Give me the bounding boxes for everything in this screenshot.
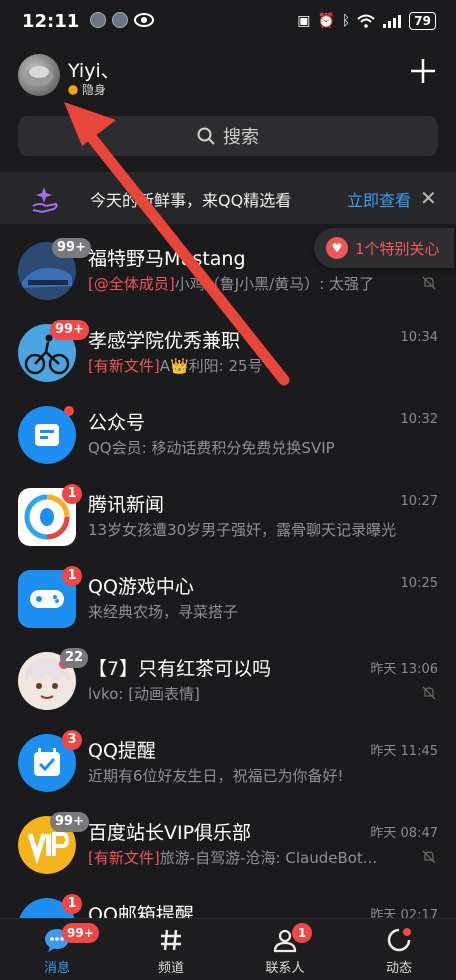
- search-bar[interactable]: 搜索: [18, 116, 438, 156]
- chat-time: 昨天 11:45: [370, 744, 438, 759]
- tab-badge: 99+: [62, 923, 99, 943]
- nfc-icon: ▣: [297, 13, 311, 29]
- search-placeholder: 搜索: [223, 127, 259, 148]
- chat-item[interactable]: 1 腾讯新闻 10:27 13岁女孩遭30岁男子强奸，露骨聊天记录曝光: [0, 476, 456, 558]
- unread-badge: 1: [62, 894, 82, 914]
- chat-item[interactable]: 1 QQ游戏中心 10:25 来经典农场，寻菜搭子: [0, 558, 456, 640]
- tab-badge: 1: [292, 923, 312, 943]
- app-notification-icon: [112, 12, 128, 28]
- presence-dot-icon: [68, 84, 78, 95]
- unread-badge: 99+: [52, 238, 91, 258]
- chat-title: 腾讯新闻: [88, 494, 165, 516]
- status-bar: 12:11 ▣ ⏰ ᛒ 79: [0, 0, 456, 44]
- unread-badge: 99+: [50, 812, 89, 832]
- avatar-image: [25, 66, 53, 86]
- chat-title: 公众号: [88, 412, 146, 434]
- tab-moments[interactable]: 动态: [342, 919, 456, 980]
- tab-label: 消息: [43, 961, 70, 976]
- chat-title: QQ游戏中心: [88, 576, 194, 598]
- chat-preview: 13岁女孩遭30岁男子强奸，露骨聊天记录曝光: [88, 521, 397, 539]
- chat-item[interactable]: 公众号 10:32 QQ会员: 移动话费积分免费兑换SVIP: [0, 394, 456, 476]
- presence-label: 隐身: [82, 83, 107, 97]
- plus-icon: [411, 59, 435, 83]
- chat-preview-text: A👑利阳: 25号: [159, 357, 263, 375]
- special-care-label: 1个特别关心: [355, 239, 440, 258]
- chat-title: QQ提醒: [88, 740, 156, 762]
- chat-time: 昨天 13:06: [370, 662, 438, 677]
- moments-icon: [387, 928, 411, 952]
- chat-preview-text: 小鸡（鲁J小黑/黄马）: 太强了: [174, 275, 375, 293]
- chat-preview: QQ会员: 移动话费积分免费兑换SVIP: [88, 439, 335, 457]
- chat-preview: lvko: [动画表情]: [88, 685, 200, 703]
- chat-item[interactable]: 22 【7】只有红茶可以吗 昨天 13:06 lvko: [动画表情]: [0, 640, 456, 722]
- chat-preview: [有新文件]A👑利阳: 25号: [88, 355, 263, 376]
- eye-icon: [134, 13, 154, 27]
- chat-time: 10:32: [400, 412, 438, 427]
- special-care-bubble[interactable]: ♥ 1个特别关心: [314, 228, 454, 268]
- chat-time: 10:27: [400, 494, 438, 509]
- hashtag-icon: [161, 929, 181, 951]
- header: Yiyi、 隐身: [0, 48, 456, 108]
- chat-time: 10:34: [400, 330, 438, 345]
- tab-messages[interactable]: 99+ 消息: [0, 919, 114, 980]
- chat-tag: [有新文件]: [88, 849, 160, 867]
- unread-badge: 3: [62, 730, 82, 750]
- tab-label: 频道: [157, 961, 184, 976]
- add-button[interactable]: [408, 56, 438, 86]
- chat-time: 昨天 08:47: [370, 826, 438, 841]
- battery-icon: 79: [409, 12, 436, 30]
- tab-contacts[interactable]: 1 联系人: [228, 919, 342, 980]
- banner-action-link[interactable]: 立即查看: [347, 187, 411, 211]
- mute-bell-icon: [422, 686, 436, 700]
- banner-text: 今天的新鲜事，来QQ精选看: [90, 191, 292, 210]
- mute-bell-icon: [422, 276, 436, 290]
- app-notification-icon: [90, 12, 106, 28]
- unread-badge: 99+: [50, 320, 89, 340]
- bluetooth-icon: ᛒ: [341, 13, 351, 29]
- tab-channels[interactable]: 频道: [114, 919, 228, 980]
- signal-icon: [383, 15, 402, 28]
- chat-item[interactable]: 99+ 孝感学院优秀兼职 10:34 [有新文件]A👑利阳: 25号: [0, 312, 456, 394]
- unread-badge: 1: [62, 484, 82, 504]
- unread-dot: [64, 406, 74, 416]
- presence-status[interactable]: 隐身: [68, 81, 106, 98]
- status-time: 12:11: [22, 11, 80, 32]
- chat-tag: [@全体成员]: [88, 275, 175, 293]
- featured-banner[interactable]: 今天的新鲜事，来QQ精选看 立即查看 ✕: [0, 172, 456, 224]
- chat-title: 孝感学院优秀兼职: [88, 330, 241, 352]
- sparkle-hand-icon: [32, 187, 58, 214]
- tab-label: 联系人: [265, 961, 305, 976]
- avatar[interactable]: [18, 54, 60, 96]
- chat-time: 10:25: [400, 576, 438, 591]
- mute-bell-icon: [422, 850, 436, 864]
- chat-title: 【7】只有红茶可以吗: [88, 658, 272, 680]
- heart-icon: ♥: [326, 237, 348, 259]
- chat-preview: [有新文件]旅游-自驾游-沧海: ClaudeBot...: [88, 847, 377, 868]
- wifi-icon: [357, 14, 375, 28]
- chat-item[interactable]: 3 QQ提醒 昨天 11:45 近期有6位好友生日，祝福已为你备好!: [0, 722, 456, 804]
- chat-tag: [有新文件]: [88, 357, 160, 375]
- system-status: ▣ ⏰ ᛒ 79: [297, 12, 436, 30]
- chat-title: 福特野马Mustang: [88, 248, 246, 270]
- user-name[interactable]: Yiyi、: [68, 56, 120, 83]
- close-icon[interactable]: ✕: [420, 186, 437, 210]
- chat-preview: 来经典农场，寻菜搭子: [88, 603, 239, 621]
- search-icon: [197, 127, 215, 145]
- unread-badge: 1: [62, 566, 82, 586]
- chat-item[interactable]: 99+ 百度站长VIP俱乐部 昨天 08:47 [有新文件]旅游-自驾游-沧海:…: [0, 804, 456, 886]
- chat-preview: [@全体成员]小鸡（鲁J小黑/黄马）: 太强了: [88, 273, 374, 294]
- unread-badge: 22: [60, 648, 89, 668]
- alarm-icon: ⏰: [317, 13, 335, 29]
- chat-preview: 近期有6位好友生日，祝福已为你备好!: [88, 767, 344, 785]
- bottom-tab-bar: 99+ 消息 频道 1 联系人 动态: [0, 918, 456, 980]
- tab-label: 动态: [385, 961, 412, 976]
- chat-title: 百度站长VIP俱乐部: [88, 822, 252, 844]
- chat-preview-text: 旅游-自驾游-沧海: ClaudeBot...: [159, 849, 378, 867]
- notification-icons: [90, 12, 154, 28]
- chat-list: 99+ 福特野马Mustang [@全体成员]小鸡（鲁J小黑/黄马）: 太强了 …: [0, 230, 456, 968]
